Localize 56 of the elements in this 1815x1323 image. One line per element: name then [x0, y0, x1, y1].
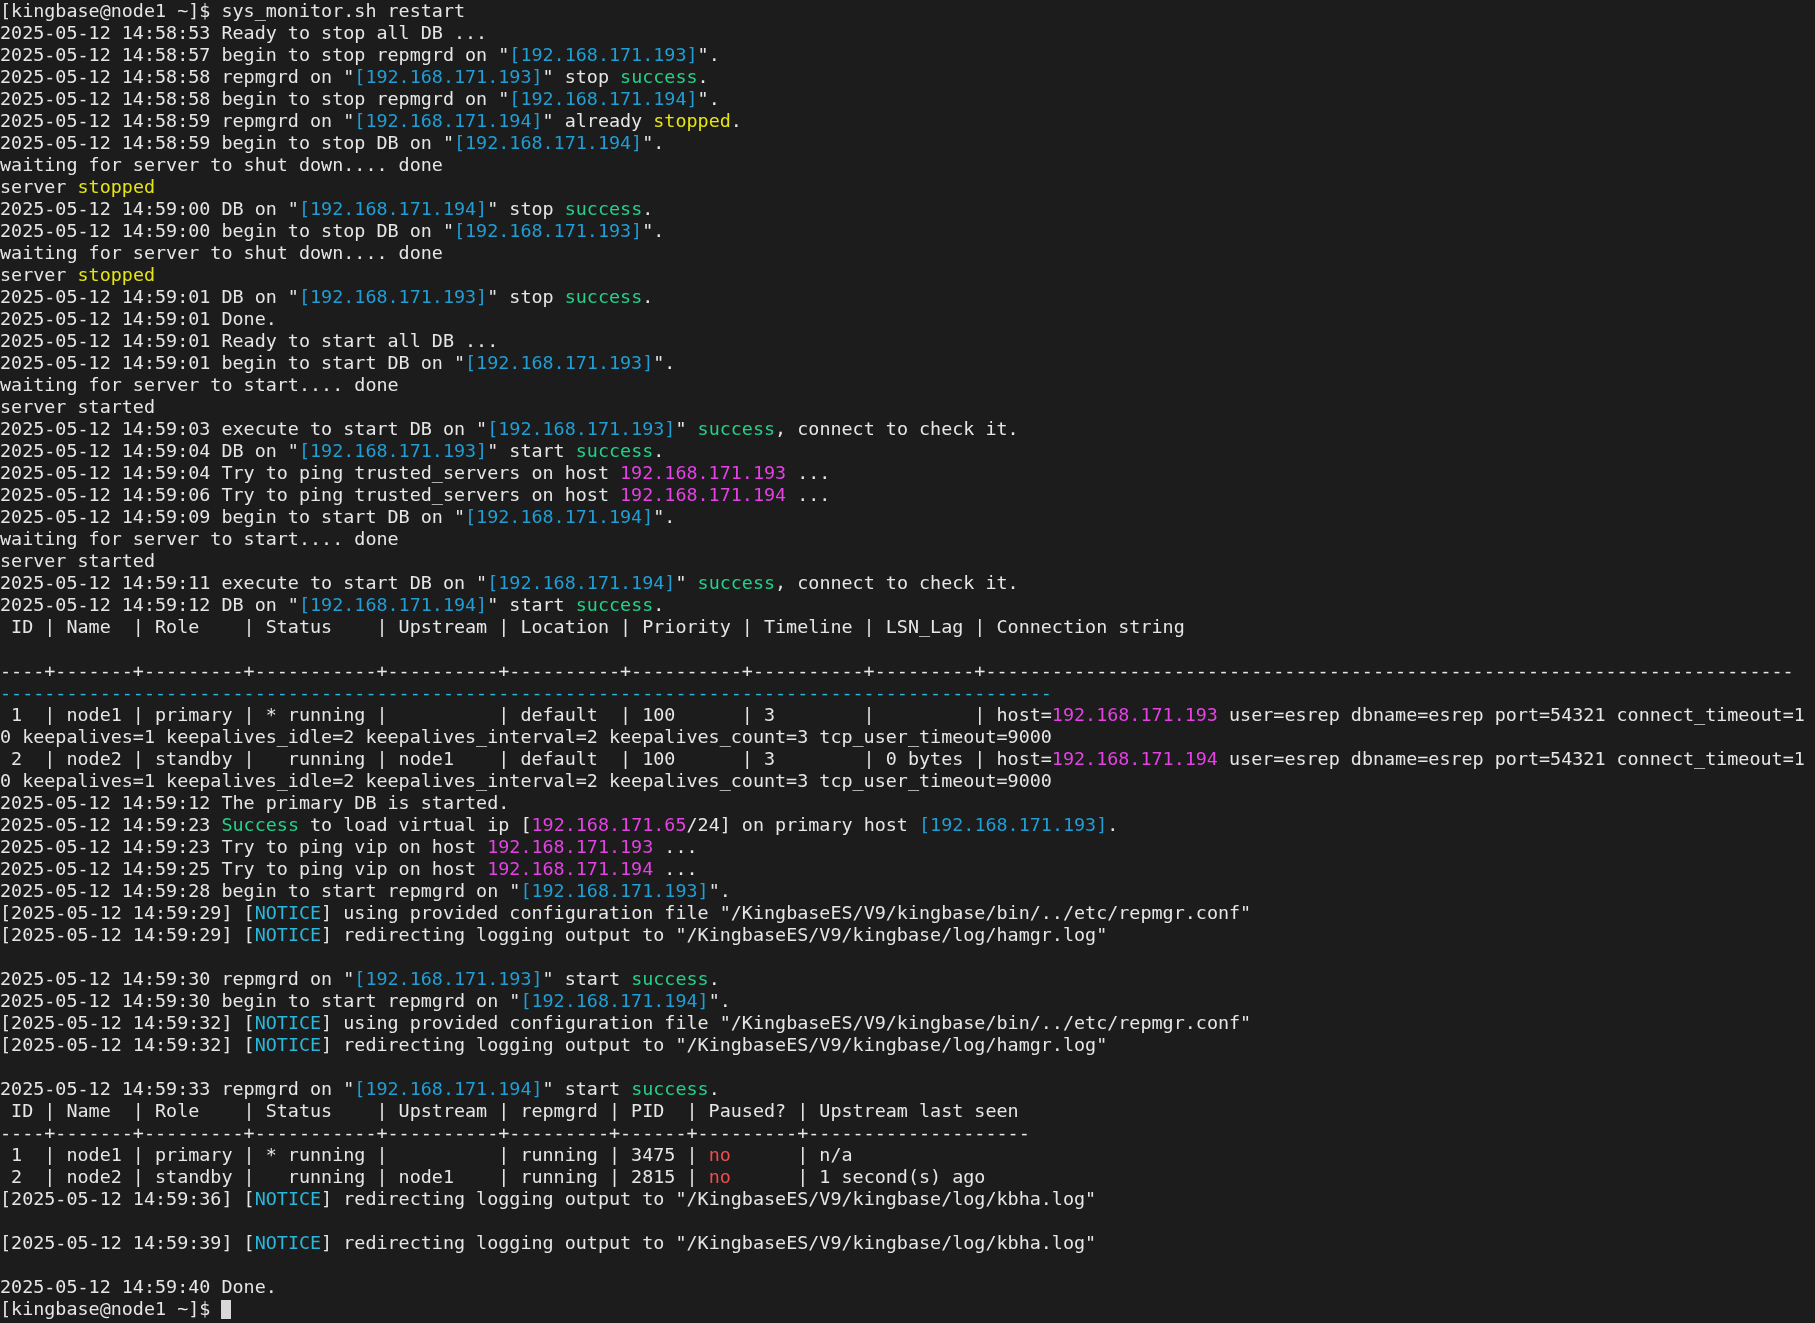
terminal-line: ----+-------+---------+-----------+----------+---------+------+---------+--------------------: [0, 1122, 1030, 1144]
terminal-line: ID | Name | Role | Status | Upstream | repmgrd | PID | Paused? | Upstream last seen: [10, 1100, 1019, 1122]
terminal-line: [2025-05-12 14:59:36] [NOTICE] redirecting logging output to "/KingbaseES/V9/kingbase/log/kbha.log": [0, 1188, 1097, 1210]
terminal-line: 2025-05-12 14:58:59 repmgrd on "[192.168.171.194]" already stopped.: [0, 110, 742, 132]
terminal-line: waiting for server to start.... done: [0, 374, 399, 396]
terminal-line: waiting for server to shut down.... done: [0, 154, 443, 176]
terminal-line: 2025-05-12 14:59:23 Success to load virtual ip [192.168.171.65/24] on primary host [192.168.171.193].: [0, 814, 1119, 836]
terminal-line: 0 keepalives=1 keepalives_idle=2 keepalives_interval=2 keepalives_count=3 tcp_user_timeout=9000: [0, 770, 1052, 792]
terminal-line: waiting for server to start.... done: [0, 528, 399, 550]
terminal-line: 2025-05-12 14:59:12 DB on "[192.168.171.194]" start success.: [0, 594, 665, 616]
terminal-line: 2 | node2 | standby | running | node1 | default | 100 | 3 | 0 bytes | host=192.168.171.194 user=esrep dbname=esrep port=54321 connect_timeout=1: [10, 748, 1805, 770]
terminal-line: 2025-05-12 14:59:00 DB on "[192.168.171.194]" stop success.: [0, 198, 654, 220]
terminal-line: 2025-05-12 14:59:06 Try to ping trusted_servers on host 192.168.171.194 ...: [0, 484, 831, 506]
terminal-line: 0 keepalives=1 keepalives_idle=2 keepalives_interval=2 keepalives_count=3 tcp_user_timeout=9000: [0, 726, 1052, 748]
terminal-line: 2025-05-12 14:59:01 Done.: [0, 308, 277, 330]
terminal-line: 2025-05-12 14:59:03 execute to start DB on "[192.168.171.193]" success, connect to check it.: [0, 418, 1019, 440]
shell-prompt: [kingbase@node1 ~]$: [0, 1298, 212, 1320]
terminal-line: 2025-05-12 14:58:58 repmgrd on "[192.168.171.193]" stop success.: [0, 66, 709, 88]
terminal-line: 2025-05-12 14:58:58 begin to stop repmgrd on "[192.168.171.194]".: [0, 88, 720, 110]
terminal-line: 2025-05-12 14:59:30 repmgrd on "[192.168.171.193]" start success.: [0, 968, 720, 990]
terminal-line: 2025-05-12 14:59:40 Done.: [0, 1276, 277, 1298]
terminal-line: 2025-05-12 14:58:57 begin to stop repmgrd on "[192.168.171.193]".: [0, 44, 720, 66]
terminal-line: 2025-05-12 14:59:11 execute to start DB on "[192.168.171.194]" success, connect to check it.: [0, 572, 1019, 594]
terminal-line: 2025-05-12 14:58:59 begin to stop DB on "[192.168.171.194]".: [0, 132, 665, 154]
terminal-line: 2025-05-12 14:59:00 begin to stop DB on "[192.168.171.193]".: [0, 220, 665, 242]
terminal-line: 2025-05-12 14:59:33 repmgrd on "[192.168.171.194]" start success.: [0, 1078, 720, 1100]
terminal-line: [2025-05-12 14:59:29] [NOTICE] redirecting logging output to "/KingbaseES/V9/kingbase/log/hamgr.log": [0, 924, 1108, 946]
terminal-line: 2025-05-12 14:59:28 begin to start repmgrd on "[192.168.171.193]".: [0, 880, 731, 902]
terminal-line: ----+-------+---------+-----------+----------+----------+----------+----------+---------+-------------------------------------------------------------------------: [0, 660, 1794, 682]
terminal-line: 2025-05-12 14:59:25 Try to ping vip on host 192.168.171.194 ...: [0, 858, 698, 880]
terminal-line: 2025-05-12 14:59:09 begin to start DB on "[192.168.171.194]".: [0, 506, 676, 528]
terminal-line: 2 | node2 | standby | running | node1 | running | 2815 | no | 1 second(s) ago: [10, 1166, 986, 1188]
terminal-line: 2025-05-12 14:59:23 Try to ping vip on host 192.168.171.193 ...: [0, 836, 698, 858]
terminal-line: 2025-05-12 14:59:04 DB on "[192.168.171.193]" start success.: [0, 440, 665, 462]
cursor: [221, 1299, 232, 1319]
terminal-line: 2025-05-12 14:59:04 Try to ping trusted_servers on host 192.168.171.193 ...: [0, 462, 831, 484]
terminal-line: [2025-05-12 14:59:39] [NOTICE] redirecting logging output to "/KingbaseES/V9/kingbase/log/kbha.log": [0, 1232, 1097, 1254]
terminal-line: server stopped: [0, 176, 156, 198]
terminal-line: 1 | node1 | primary | * running | | running | 3475 | no | n/a: [10, 1144, 853, 1166]
terminal-line: -----------------------------------------------------------------------------------------------: [0, 682, 1052, 704]
terminal-line: 2025-05-12 14:59:30 begin to start repmgrd on "[192.168.171.194]".: [0, 990, 731, 1012]
terminal-line: [2025-05-12 14:59:32] [NOTICE] redirecting logging output to "/KingbaseES/V9/kingbase/log/hamgr.log": [0, 1034, 1108, 1056]
terminal-line: 2025-05-12 14:59:12 The primary DB is started.: [0, 792, 510, 814]
terminal-line: waiting for server to shut down.... done: [0, 242, 443, 264]
terminal-line: 2025-05-12 14:59:01 Ready to start all DB ...: [0, 330, 499, 352]
terminal-line: server stopped: [0, 264, 156, 286]
terminal-line: server started: [0, 550, 155, 572]
terminal-line: server started: [0, 396, 155, 418]
terminal-line: 2025-05-12 14:59:01 begin to start DB on "[192.168.171.193]".: [0, 352, 676, 374]
terminal-line: [2025-05-12 14:59:29] [NOTICE] using provided configuration file "/KingbaseES/V9/kingbase/bin/../etc/repmgr.conf": [0, 902, 1252, 924]
terminal-line: 2025-05-12 14:58:53 Ready to stop all DB ...: [0, 22, 488, 44]
terminal-line: ID | Name | Role | Status | Upstream | Location | Priority | Timeline | LSN_Lag | Connection string: [10, 616, 1185, 638]
terminal-line: [2025-05-12 14:59:32] [NOTICE] using provided configuration file "/KingbaseES/V9/kingbase/bin/../etc/repmgr.conf": [0, 1012, 1252, 1034]
terminal-line: 1 | node1 | primary | * running | | default | 100 | 3 | | host=192.168.171.193 user=esrep dbname=esrep port=54321 connect_timeout=1: [10, 704, 1805, 726]
terminal-line: [kingbase@node1 ~]$ sys_monitor.sh restart: [0, 0, 466, 22]
terminal-line: 2025-05-12 14:59:01 DB on "[192.168.171.193]" stop success.: [0, 286, 654, 308]
